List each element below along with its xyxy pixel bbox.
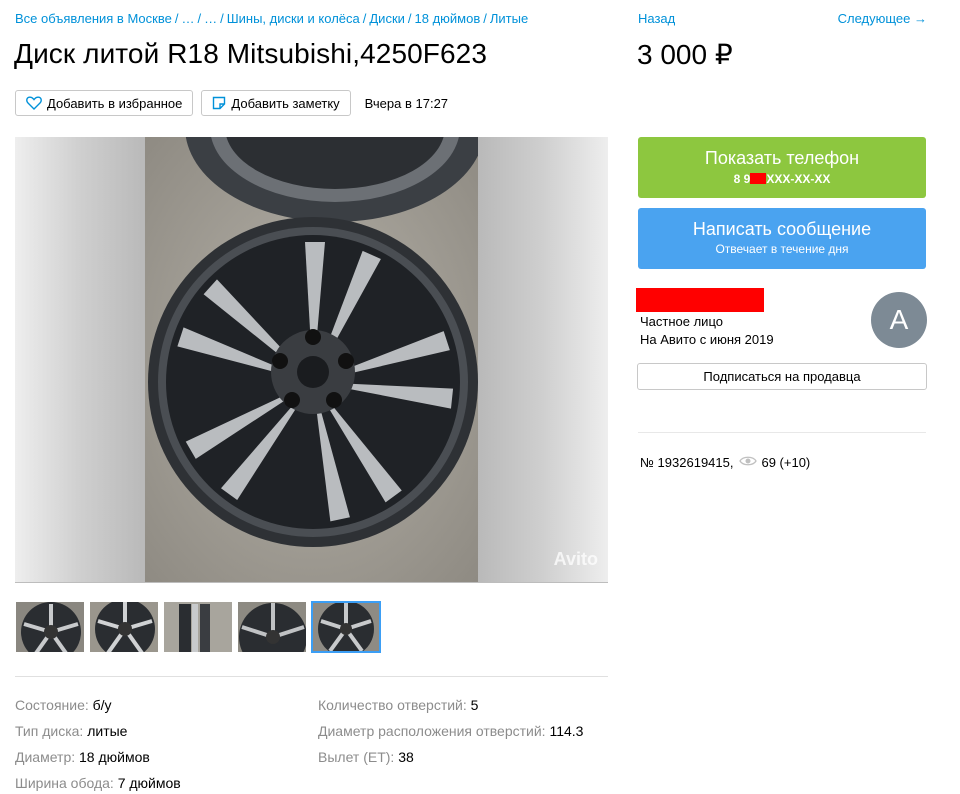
breadcrumb: Все объявления в Москве /… /… / Шины, диски … <box>15 11 529 26</box>
breadcrumb-18-inch[interactable]: 18 дюймов <box>415 11 481 26</box>
params-divider <box>15 676 608 677</box>
posted-time: Вчера в 17:27 <box>364 95 449 111</box>
param-rim-width: Ширина обода: 7 дюймов <box>15 775 181 791</box>
note-icon <box>212 96 226 110</box>
breadcrumb-wheels[interactable]: Диски <box>369 11 405 26</box>
write-message-label: Написать сообщение <box>692 219 872 239</box>
response-time: Отвечает в течение дня <box>715 242 849 256</box>
eye-icon <box>739 455 758 470</box>
photo-blur-left <box>15 137 145 582</box>
listing-number: № 1932619415, <box>640 455 734 470</box>
prev-link[interactable]: Назад <box>638 11 675 26</box>
views-value: 69 (+10) <box>761 455 811 470</box>
phone-masked: 8 9 XXX-XX-XX <box>733 172 831 186</box>
thumbnail-strip <box>15 601 381 653</box>
subscribe-seller-button[interactable]: Подписаться на продавца <box>637 363 927 390</box>
breadcrumb-ellipsis-2[interactable]: … <box>204 11 217 26</box>
page-title: Диск литой R18 Mitsubishi,4250F623 <box>14 38 488 69</box>
add-note-label: Добавить заметку <box>231 95 340 111</box>
views-count: 69 (+10) <box>739 455 810 470</box>
add-favorite-label: Добавить в избранное <box>47 95 183 111</box>
next-link[interactable]: Следующее → <box>838 11 927 26</box>
seller-type: Частное лицо <box>640 314 723 329</box>
param-offset: Вылет (ET): 38 <box>318 749 414 765</box>
thumbnail-3[interactable] <box>163 601 233 653</box>
param-condition: Состояние: б/у <box>15 697 112 713</box>
listing-meta: № 1932619415, 69 (+10) <box>640 455 810 470</box>
seller-since: На Авито с июня 2019 <box>640 332 774 347</box>
thumbnail-5[interactable] <box>311 601 381 653</box>
item-actions: Добавить в избранное Добавить заметку Вч… <box>15 90 448 116</box>
avito-watermark: Avito <box>553 549 598 569</box>
show-phone-label: Показать телефон <box>704 148 860 168</box>
thumbnail-4[interactable] <box>237 601 307 653</box>
sidebar-divider <box>638 432 926 433</box>
phone-redaction <box>750 173 767 184</box>
breadcrumb-all-moscow[interactable]: Все объявления в Москве <box>15 11 172 26</box>
breadcrumb-alloy[interactable]: Литые <box>490 11 528 26</box>
breadcrumb-tires-wheels[interactable]: Шины, диски и колёса <box>227 11 360 26</box>
param-bolt-pattern: Диаметр расположения отверстий: 114.3 <box>318 723 584 739</box>
avatar[interactable]: А <box>871 292 927 348</box>
param-bolt-count: Количество отверстий: 5 <box>318 697 479 713</box>
param-diameter: Диаметр: 18 дюймов <box>15 749 150 765</box>
add-note-button[interactable]: Добавить заметку <box>201 90 351 116</box>
seller-name-redaction <box>636 288 764 312</box>
thumbnail-1[interactable] <box>15 601 85 653</box>
show-phone-button[interactable]: Показать телефон 8 9 XXX-XX-XX <box>638 137 926 198</box>
photo-blur-right <box>478 137 608 582</box>
heart-icon <box>26 96 42 110</box>
main-photo[interactable]: Avito <box>15 137 608 583</box>
price: 3 000 ₽ <box>637 39 733 70</box>
breadcrumb-ellipsis-1[interactable]: … <box>181 11 194 26</box>
thumbnail-2[interactable] <box>89 601 159 653</box>
add-favorite-button[interactable]: Добавить в избранное <box>15 90 194 116</box>
wheel-photo <box>145 137 485 582</box>
write-message-button[interactable]: Написать сообщение Отвечает в течение дн… <box>638 208 926 269</box>
param-wheel-type: Тип диска: литые <box>15 723 128 739</box>
